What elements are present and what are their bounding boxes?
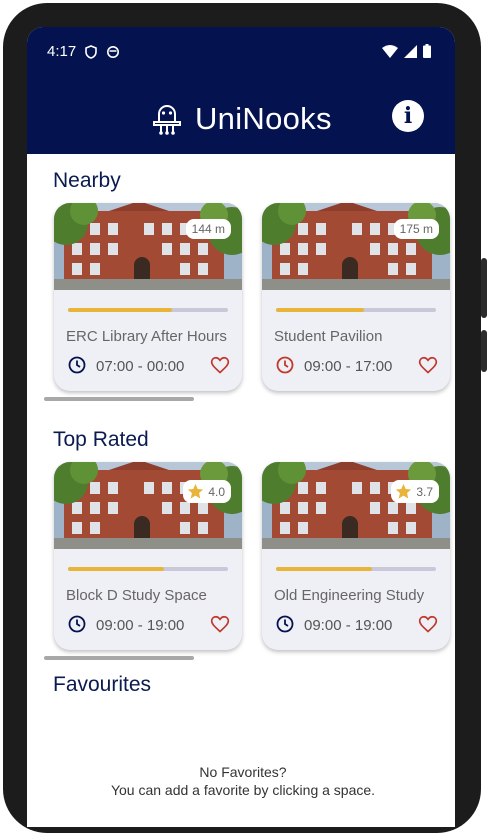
device-frame: 4:17 UniNooks i Nearby 144 m ERC Library… — [0, 0, 487, 833]
volume-button — [481, 258, 487, 318]
place-hours: 07:00 - 00:00 — [96, 358, 185, 375]
place-badge: 3.7 — [391, 480, 439, 503]
nearby-card-1[interactable]: 144 m ERC Library After Hours 07:00 - 00… — [54, 203, 242, 391]
favorite-heart-icon[interactable] — [210, 614, 230, 634]
clock-icon — [68, 356, 86, 374]
place-photo: 175 m — [262, 203, 450, 290]
app-bar: UniNooks i — [27, 93, 455, 143]
place-hours: 09:00 - 17:00 — [304, 358, 393, 375]
place-badge: 175 m — [393, 219, 439, 239]
top-rated-card-1[interactable]: 4.0 Block D Study Space 09:00 - 19:00 — [54, 462, 242, 650]
building-image — [54, 462, 242, 549]
occupancy-bar — [68, 308, 228, 312]
section-title-top-rated: Top Rated — [53, 428, 149, 451]
occupancy-bar — [276, 308, 436, 312]
wifi-icon — [382, 44, 398, 58]
nearby-card-2[interactable]: 175 m Student Pavilion 09:00 - 17:00 — [262, 203, 450, 391]
building-image — [54, 203, 242, 290]
place-name: ERC Library After Hours — [66, 328, 227, 345]
clock-icon — [68, 615, 86, 633]
occupancy-bar-fill — [276, 308, 364, 312]
app-logo-icon — [153, 105, 181, 135]
place-badge-text: 144 m — [191, 222, 225, 236]
favorite-heart-icon[interactable] — [418, 614, 438, 634]
section-title-favourites: Favourites — [53, 673, 152, 696]
place-badge: 4.0 — [183, 480, 231, 503]
building-image — [262, 462, 450, 549]
place-hours: 09:00 - 19:00 — [96, 617, 185, 634]
place-name: Old Engineering Study — [274, 587, 425, 604]
signal-icon — [404, 44, 417, 58]
status-icons — [382, 44, 431, 58]
favorite-heart-icon[interactable] — [418, 355, 438, 375]
occupancy-bar-fill — [68, 308, 172, 312]
info-button[interactable]: i — [392, 100, 424, 132]
place-photo: 4.0 — [54, 462, 242, 549]
occupancy-bar-fill — [68, 567, 164, 571]
status-time: 4:17 — [47, 43, 77, 60]
clock-icon — [276, 356, 294, 374]
app-title: UniNooks — [195, 101, 332, 136]
info-icon: i — [403, 103, 413, 129]
section-title-nearby: Nearby — [53, 169, 121, 192]
building-image — [262, 203, 450, 290]
shield-icon — [85, 44, 98, 59]
notification-icon — [107, 45, 120, 58]
place-badge-text: 4.0 — [208, 484, 225, 499]
place-name: Block D Study Space — [66, 587, 207, 604]
occupancy-bar — [276, 567, 436, 571]
top-rated-scroll-indicator[interactable] — [44, 656, 194, 660]
nearby-scroll-indicator[interactable] — [44, 397, 194, 401]
place-photo: 144 m — [54, 203, 242, 290]
star-icon — [188, 483, 204, 499]
occupancy-bar-fill — [276, 567, 372, 571]
app-screen: 4:17 UniNooks i Nearby 144 m ERC Library… — [27, 27, 455, 827]
power-button — [481, 330, 487, 372]
place-badge-text: 3.7 — [416, 484, 433, 499]
place-hours: 09:00 - 19:00 — [304, 617, 393, 634]
top-bar: 4:17 UniNooks i — [27, 27, 455, 154]
star-icon — [396, 483, 412, 499]
top-rated-card-2[interactable]: 3.7 Old Engineering Study 09:00 - 19:00 — [262, 462, 450, 650]
favorite-heart-icon[interactable] — [210, 355, 230, 375]
favourites-empty-title: No Favorites? — [199, 764, 287, 780]
status-bar: 4:17 — [47, 43, 120, 60]
clock-icon — [276, 615, 294, 633]
place-photo: 3.7 — [262, 462, 450, 549]
place-name: Student Pavilion — [274, 328, 383, 345]
battery-icon — [423, 44, 431, 58]
place-badge: 144 m — [185, 219, 231, 239]
favourites-empty-message: You can add a favorite by clicking a spa… — [110, 782, 376, 798]
occupancy-bar — [68, 567, 228, 571]
place-badge-text: 175 m — [399, 222, 433, 236]
